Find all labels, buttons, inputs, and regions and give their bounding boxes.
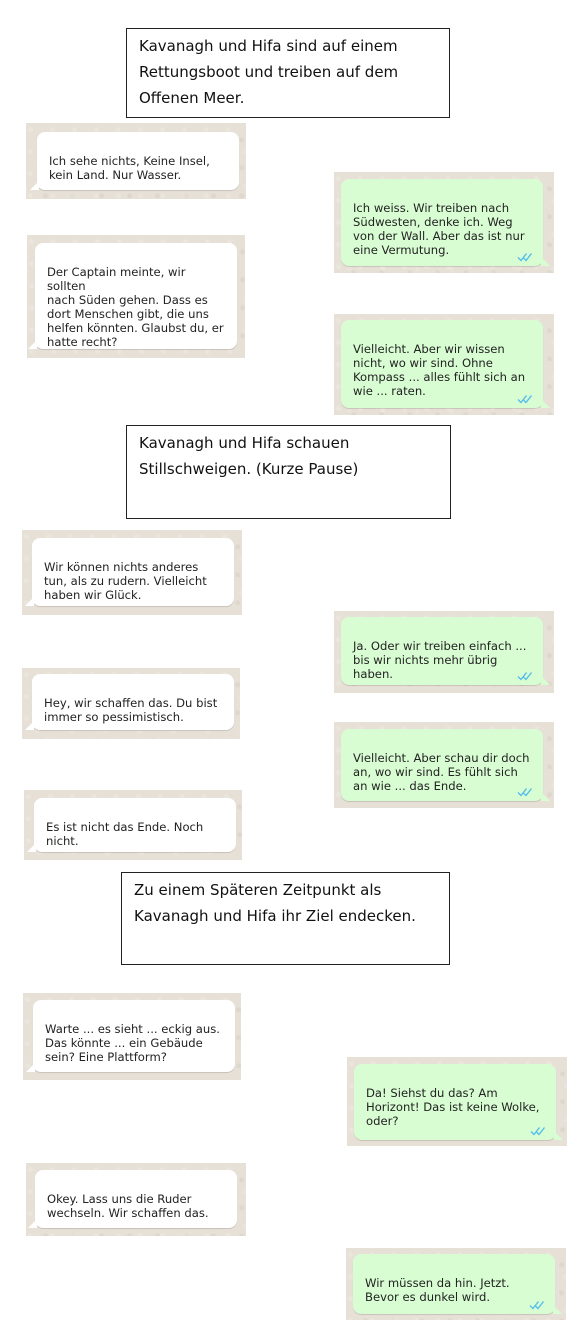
message-bubble-outgoing: Wir müssen da hin. Jetzt. Bevor es dunke… [353,1254,562,1314]
message-text: Der Captain meinte, wir sollten nach Süd… [47,265,224,349]
message-text: Hey, wir schaffen das. Du bist immer so … [44,696,218,724]
message-bubble-incoming: Der Captain meinte, wir sollten nach Süd… [28,243,237,349]
message-text: Ja. Oder wir treiben einfach ... bis wir… [353,639,527,681]
chat-screenshot: Vielleicht. Aber schau dir doch an, wo w… [334,722,554,808]
message-text: Ich sehe nichts, Keine Insel, kein Land.… [49,154,210,182]
double-check-read-icon [529,1301,545,1310]
message-text: Warte ... es sieht ... eckig aus. Das kö… [45,1022,220,1064]
double-check-read-icon [517,672,533,681]
message-bubble-outgoing: Ja. Oder wir treiben einfach ... bis wir… [341,617,550,685]
message-bubble-outgoing: Ich weiss. Wir treiben nach Südwesten, d… [341,179,550,266]
message-bubble-outgoing: Vielleicht. Aber schau dir doch an, wo w… [341,729,550,801]
double-check-read-icon [517,788,533,797]
message-text: Vielleicht. Aber wir wissen nicht, wo wi… [353,342,526,398]
message-text: Vielleicht. Aber schau dir doch an, wo w… [353,751,530,793]
double-check-read-icon [517,395,533,404]
message-text: Okey. Lass uns die Ruder wechseln. Wir s… [47,1192,209,1220]
bubble-tail [554,1131,563,1140]
chat-screenshot: Wir können nichts anderes tun, als zu ru… [22,530,242,615]
narration-box-2: Kavanagh und Hifa schauen Stillschweigen… [126,425,451,519]
narration-box-1: Kavanagh und Hifa sind auf einem Rettung… [126,28,450,118]
message-bubble-incoming: Ich sehe nichts, Keine Insel, kein Land.… [30,132,239,190]
chat-screenshot: Warte ... es sieht ... eckig aus. Das kö… [23,993,241,1080]
message-text: Wir können nichts anderes tun, als zu ru… [44,560,207,602]
bubble-tail [25,597,34,606]
message-bubble-outgoing: Da! Siehst du das? Am Horizont! Das ist … [354,1064,563,1140]
bubble-tail [541,399,550,408]
chat-screenshot: Es ist nicht das Ende. Noch nicht. [24,790,242,860]
bubble-tail [541,257,550,266]
message-text: Da! Siehst du das? Am Horizont! Das ist … [366,1086,540,1128]
bubble-tail [541,676,550,685]
chat-screenshot: Okey. Lass uns die Ruder wechseln. Wir s… [26,1163,246,1236]
bubble-tail [27,843,36,852]
narration-box-3: Zu einem Späteren Zeitpunkt als Kavanagh… [121,872,450,965]
chat-screenshot: Der Captain meinte, wir sollten nach Süd… [27,235,245,358]
chat-screenshot: Da! Siehst du das? Am Horizont! Das ist … [347,1057,567,1146]
message-bubble-incoming: Warte ... es sieht ... eckig aus. Das kö… [26,1000,235,1072]
chat-screenshot: Wir müssen da hin. Jetzt. Bevor es dunke… [346,1248,566,1320]
chat-screenshot: Ich sehe nichts, Keine Insel, kein Land.… [26,123,246,199]
bubble-tail [28,1219,37,1228]
message-bubble-incoming: Okey. Lass uns die Ruder wechseln. Wir s… [28,1170,237,1228]
message-text: Es ist nicht das Ende. Noch nicht. [46,820,204,848]
chat-screenshot: Vielleicht. Aber wir wissen nicht, wo wi… [334,314,554,415]
chat-screenshot: Hey, wir schaffen das. Du bist immer so … [22,668,240,739]
message-text: Wir müssen da hin. Jetzt. Bevor es dunke… [365,1276,510,1304]
bubble-tail [553,1305,562,1314]
double-check-read-icon [530,1127,546,1136]
message-bubble-outgoing: Vielleicht. Aber wir wissen nicht, wo wi… [341,320,550,408]
bubble-tail [26,1063,35,1072]
message-bubble-incoming: Hey, wir schaffen das. Du bist immer so … [25,674,234,730]
bubble-tail [25,721,34,730]
bubble-tail [30,181,39,190]
message-text: Ich weiss. Wir treiben nach Südwesten, d… [353,201,525,257]
bubble-tail [28,340,37,349]
chat-screenshot: Ja. Oder wir treiben einfach ... bis wir… [334,611,554,693]
message-bubble-incoming: Wir können nichts anderes tun, als zu ru… [25,538,234,606]
message-bubble-incoming: Es ist nicht das Ende. Noch nicht. [27,798,236,852]
bubble-tail [541,792,550,801]
double-check-read-icon [517,253,533,262]
chat-screenshot: Ich weiss. Wir treiben nach Südwesten, d… [334,172,554,273]
